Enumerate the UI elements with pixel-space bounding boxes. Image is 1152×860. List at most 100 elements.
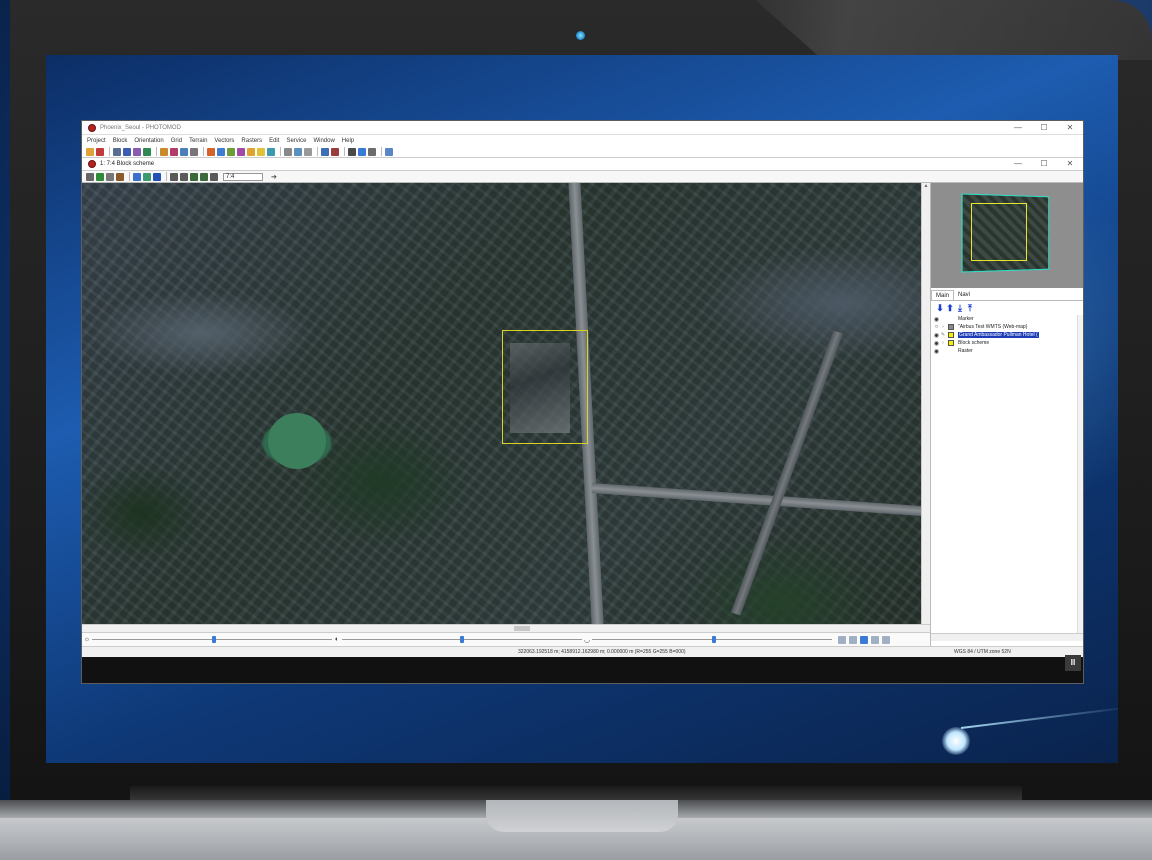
layer-row[interactable]: ◉ ✎ Grand Ambassador Pullman Hotel ( bbox=[933, 331, 1078, 339]
menu-rasters[interactable]: Rasters bbox=[241, 138, 262, 144]
map-horizontal-scrollbar[interactable] bbox=[82, 624, 930, 632]
dem-icon[interactable] bbox=[170, 147, 178, 156]
menu-edit[interactable]: Edit bbox=[269, 138, 279, 144]
overview-window[interactable] bbox=[931, 183, 1083, 288]
zoom-in-icon[interactable] bbox=[170, 172, 178, 181]
layer-checkbox[interactable] bbox=[948, 340, 954, 346]
nav-left-icon[interactable] bbox=[838, 635, 846, 644]
scrollbar-thumb[interactable] bbox=[514, 626, 530, 631]
doc-close-button[interactable]: ✕ bbox=[1057, 157, 1083, 171]
menu-help[interactable]: Help bbox=[342, 138, 354, 144]
maximize-button[interactable]: ☐ bbox=[1031, 121, 1057, 135]
minimize-button[interactable]: — bbox=[1005, 121, 1031, 135]
open-icon[interactable] bbox=[86, 147, 94, 156]
window-icon[interactable] bbox=[321, 147, 329, 156]
selected-object-frame[interactable] bbox=[502, 330, 588, 444]
layer-checkbox[interactable] bbox=[948, 324, 954, 330]
layer-row[interactable]: ◉ Marker bbox=[933, 315, 1078, 323]
menu-grid[interactable]: Grid bbox=[171, 138, 182, 144]
brightness-slider[interactable] bbox=[92, 636, 332, 643]
stereo-icon[interactable] bbox=[237, 147, 245, 156]
nav-sync-icon[interactable] bbox=[882, 635, 890, 644]
print-icon[interactable] bbox=[294, 147, 302, 156]
contrast-slider-thumb[interactable] bbox=[460, 636, 464, 643]
layer-row[interactable]: ◉ Raster bbox=[933, 347, 1078, 355]
vector-view-icon[interactable] bbox=[143, 172, 151, 181]
pointer-icon[interactable] bbox=[86, 172, 94, 181]
layer-checkbox[interactable] bbox=[948, 332, 954, 338]
move-up-icon[interactable]: ⬆ bbox=[945, 303, 955, 313]
save-icon[interactable] bbox=[96, 147, 104, 156]
move-down-icon[interactable]: ⬇ bbox=[935, 303, 945, 313]
zoom-fit-icon[interactable] bbox=[190, 172, 198, 181]
globe-icon[interactable] bbox=[267, 147, 275, 156]
layers-icon[interactable] bbox=[123, 147, 131, 156]
nav-center-icon[interactable] bbox=[860, 635, 868, 644]
pause-button[interactable]: II bbox=[1065, 655, 1081, 671]
nav-right-icon[interactable] bbox=[849, 635, 857, 644]
edit-icon[interactable]: ✎ bbox=[940, 332, 946, 338]
triangulation-icon[interactable] bbox=[133, 147, 141, 156]
menu-vectors[interactable]: Vectors bbox=[214, 138, 234, 144]
settings-icon[interactable] bbox=[385, 147, 393, 156]
contrast-slider[interactable] bbox=[342, 636, 582, 643]
edit-icon[interactable]: › bbox=[940, 340, 946, 346]
tab-main[interactable]: Main bbox=[931, 290, 955, 300]
panel-horizontal-scrollbar[interactable] bbox=[931, 633, 1083, 641]
panel-vertical-scrollbar[interactable] bbox=[1077, 315, 1083, 633]
close-button[interactable]: ✕ bbox=[1057, 121, 1083, 135]
zoom-out-icon[interactable] bbox=[180, 172, 188, 181]
measure-icon[interactable] bbox=[190, 147, 198, 156]
visibility-icon[interactable]: ◉ bbox=[933, 340, 940, 347]
tab-navi[interactable]: Navi bbox=[954, 290, 974, 300]
doc-maximize-button[interactable]: ☐ bbox=[1031, 157, 1057, 171]
gamma-slider[interactable] bbox=[592, 636, 832, 643]
layer-row[interactable]: ◉ › Block scheme bbox=[933, 339, 1078, 347]
menu-orientation[interactable]: Orientation bbox=[134, 138, 163, 144]
zoom-window-icon[interactable] bbox=[200, 172, 208, 181]
visibility-icon[interactable]: ○ bbox=[933, 324, 940, 330]
orthophoto-icon[interactable] bbox=[180, 147, 188, 156]
raster-view-icon[interactable] bbox=[133, 172, 141, 181]
raster-icon[interactable] bbox=[160, 147, 168, 156]
block-icon[interactable] bbox=[217, 147, 225, 156]
doc-minimize-button[interactable]: — bbox=[1005, 157, 1031, 171]
menu-project[interactable]: Project bbox=[87, 138, 106, 144]
nav-link-icon[interactable] bbox=[871, 635, 879, 644]
grid-icon[interactable] bbox=[113, 147, 121, 156]
menu-terrain[interactable]: Terrain bbox=[189, 138, 207, 144]
move-bottom-icon[interactable]: ⤓ bbox=[955, 303, 965, 313]
add-icon[interactable] bbox=[96, 172, 104, 181]
layer-row[interactable]: ○ › "Airbus Test WMTS (Web-map) bbox=[933, 323, 1078, 331]
gamma-slider-thumb[interactable] bbox=[712, 636, 716, 643]
redo-icon[interactable] bbox=[304, 147, 312, 156]
list-icon[interactable] bbox=[106, 172, 114, 181]
overview-viewport-frame[interactable] bbox=[971, 203, 1027, 261]
zoom-scale-input[interactable]: 7:4 bbox=[223, 172, 263, 181]
edit-icon[interactable]: › bbox=[940, 324, 946, 330]
visibility-icon[interactable]: ◉ bbox=[933, 348, 940, 355]
move-top-icon[interactable]: ⤒ bbox=[965, 303, 975, 313]
block-view-icon[interactable] bbox=[153, 172, 161, 181]
menu-window[interactable]: Window bbox=[313, 138, 334, 144]
zoom-previous-icon[interactable] bbox=[210, 172, 218, 181]
undo-icon[interactable] bbox=[284, 147, 292, 156]
visibility-icon[interactable]: ◉ bbox=[933, 332, 940, 339]
project-icon[interactable] bbox=[207, 147, 215, 156]
map-vertical-scrollbar[interactable]: ▲ bbox=[921, 183, 930, 624]
marker-icon[interactable] bbox=[257, 147, 265, 156]
vector-icon[interactable] bbox=[143, 147, 151, 156]
brightness-slider-thumb[interactable] bbox=[212, 636, 216, 643]
tools-icon[interactable] bbox=[368, 147, 376, 156]
table-icon[interactable] bbox=[348, 147, 356, 156]
pan-icon[interactable] bbox=[116, 172, 124, 181]
visibility-icon[interactable]: ◉ bbox=[933, 316, 940, 323]
mosaic-icon[interactable] bbox=[227, 147, 235, 156]
network-icon[interactable] bbox=[358, 147, 366, 156]
menu-block[interactable]: Block bbox=[113, 138, 128, 144]
tile-icon[interactable] bbox=[331, 147, 339, 156]
satellite-map-view[interactable] bbox=[82, 183, 921, 624]
menu-service[interactable]: Service bbox=[286, 138, 306, 144]
zoom-apply-icon[interactable]: ➔ bbox=[271, 173, 277, 181]
folder-icon[interactable] bbox=[247, 147, 255, 156]
